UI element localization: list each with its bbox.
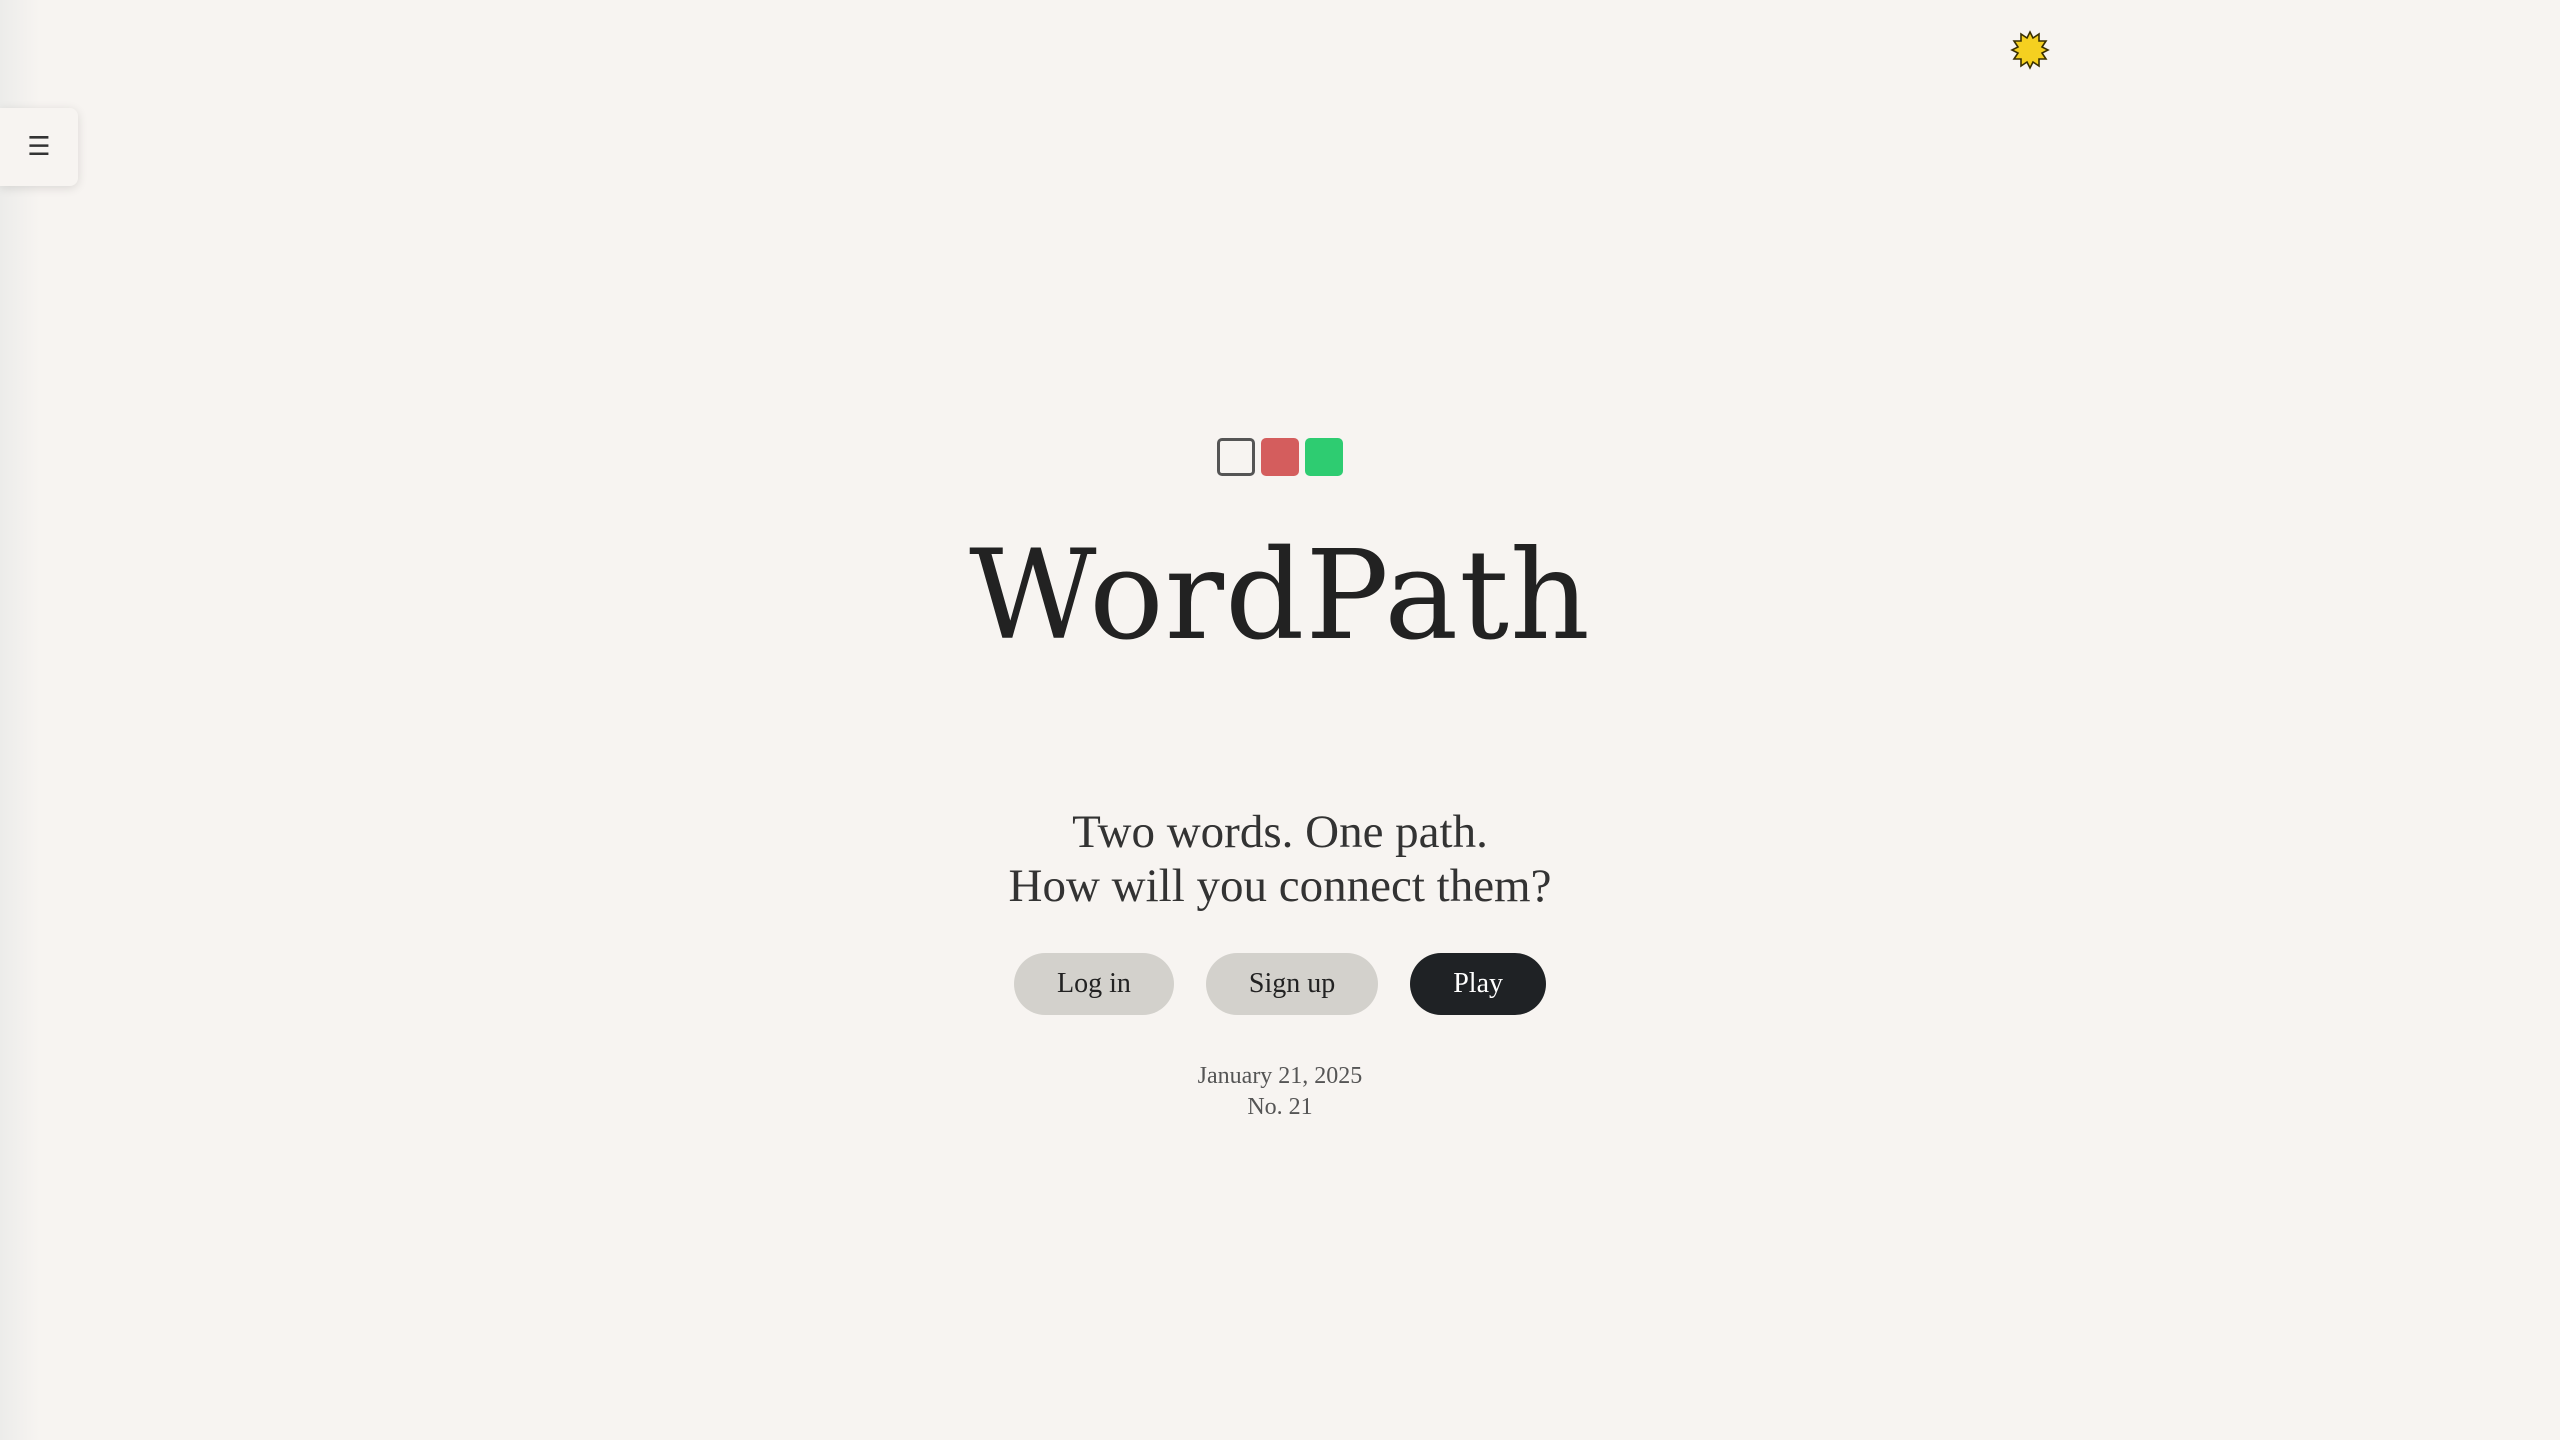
action-buttons: Log in Sign up Play <box>1013 953 1547 1016</box>
logo-square-green <box>1305 438 1343 476</box>
play-button[interactable]: Play <box>1410 953 1547 1016</box>
tagline: Two words. One path. How will you connec… <box>1009 805 1552 913</box>
landing-page: ☰ WordPath Two words. One path. How will… <box>0 0 2560 1440</box>
puzzle-date: January 21, 2025 <box>1197 1063 1363 1090</box>
signup-button[interactable]: Sign up <box>1205 953 1379 1016</box>
tagline-line-2: How will you connect them? <box>1008 860 1552 913</box>
page-title: WordPath <box>969 524 1591 668</box>
tagline-line-1: Two words. One path. <box>1072 806 1488 859</box>
logo-square-red <box>1261 438 1299 476</box>
wordpath-logo-icon <box>1217 438 1343 476</box>
logo-square-empty <box>1217 438 1255 476</box>
puzzle-number: No. 21 <box>1247 1094 1313 1121</box>
login-button[interactable]: Log in <box>1013 953 1174 1016</box>
puzzle-info: January 21, 2025 No. 21 <box>1198 1061 1363 1123</box>
hero-section: WordPath Two words. One path. How will y… <box>0 0 2560 1440</box>
